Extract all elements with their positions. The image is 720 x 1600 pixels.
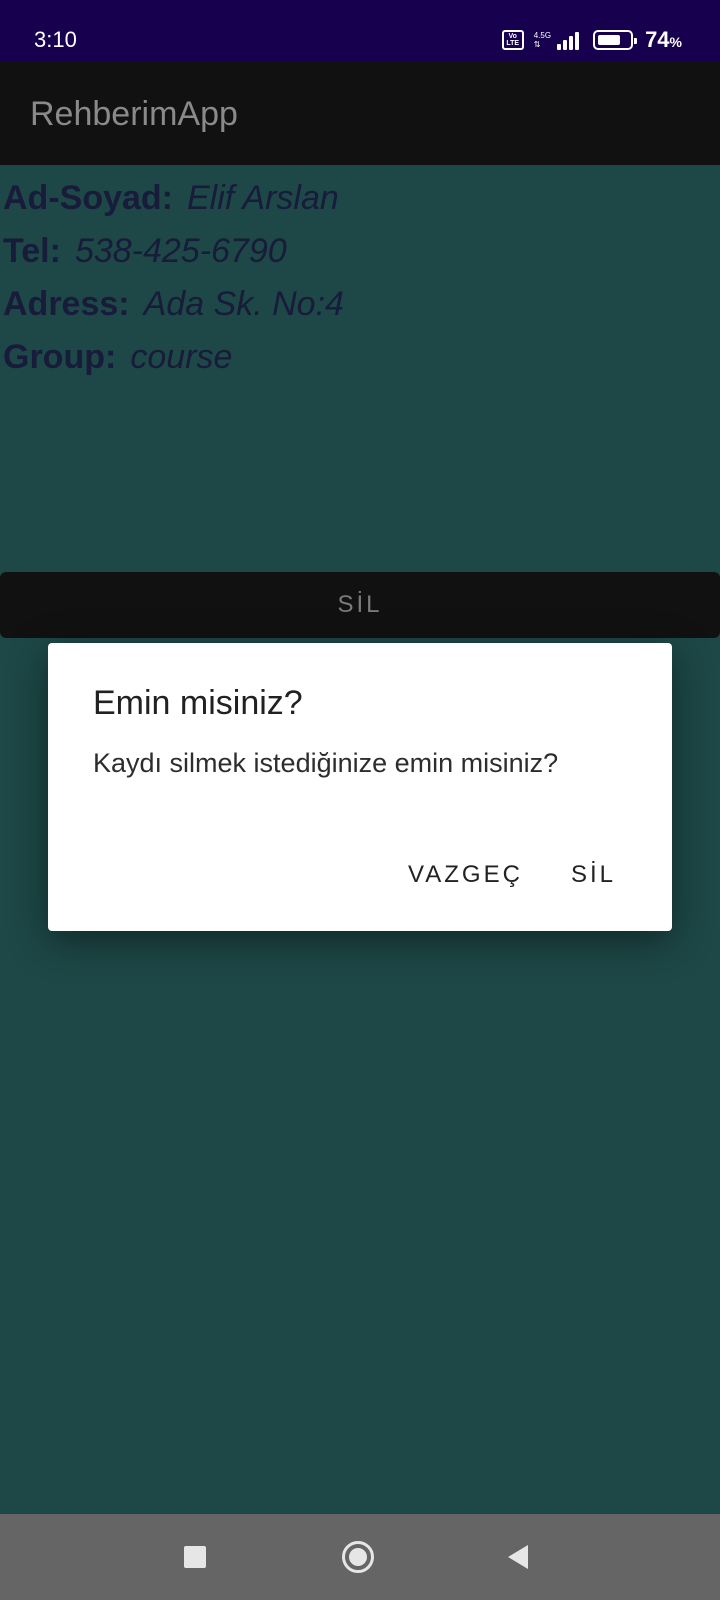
status-bar: 3:10 Vo LTE 4.5G ⇅ 74% [0, 0, 720, 62]
group-label: Group: [3, 338, 117, 376]
dialog-title: Emin misiniz? [93, 684, 303, 722]
battery-icon [593, 30, 638, 50]
dialog-message: Kaydı silmek istediğinize emin misiniz? [93, 748, 559, 778]
cancel-button[interactable]: VAZGEÇ [408, 861, 523, 889]
network-activity-icon: ⇅ [533, 40, 541, 49]
address-label: Adress: [3, 285, 130, 323]
name-value: Elif Arslan [187, 179, 339, 217]
battery-percent: 74% [645, 27, 682, 52]
signal-strength-icon [557, 30, 580, 50]
recents-icon[interactable] [184, 1546, 206, 1568]
app-bar: RehberimApp [0, 62, 720, 165]
tel-value: 538-425-6790 [74, 232, 287, 270]
confirm-delete-button[interactable]: SİL [571, 861, 616, 889]
address-row: Adress: Ada Sk. No:4 [3, 278, 344, 331]
group-value: course [130, 338, 233, 376]
tel-row: Tel: 538-425-6790 [3, 225, 344, 278]
confirm-dialog: Emin misiniz? Kaydı silmek istediğinize … [48, 643, 672, 931]
network-type-indicator: 4.5G ⇅ [534, 31, 551, 49]
delete-button[interactable]: SİL [0, 572, 720, 638]
navigation-bar [0, 1514, 720, 1600]
name-label: Ad-Soyad: [3, 179, 173, 217]
contact-details: Ad-Soyad: Elif Arslan Tel: 538-425-6790 … [3, 172, 344, 384]
status-icons: Vo LTE 4.5G ⇅ 74% [501, 27, 682, 53]
volte-icon: Vo LTE [501, 30, 524, 50]
group-row: Group: course [3, 331, 344, 384]
status-time: 3:10 [34, 27, 77, 52]
app-title: RehberimApp [30, 95, 238, 133]
tel-label: Tel: [3, 232, 61, 270]
home-icon[interactable] [342, 1541, 374, 1573]
battery-level-fill [598, 35, 621, 45]
address-value: Ada Sk. No:4 [143, 285, 344, 323]
network-type-label: 4.5G [533, 31, 552, 40]
back-icon[interactable] [508, 1545, 528, 1569]
name-row: Ad-Soyad: Elif Arslan [3, 172, 344, 225]
